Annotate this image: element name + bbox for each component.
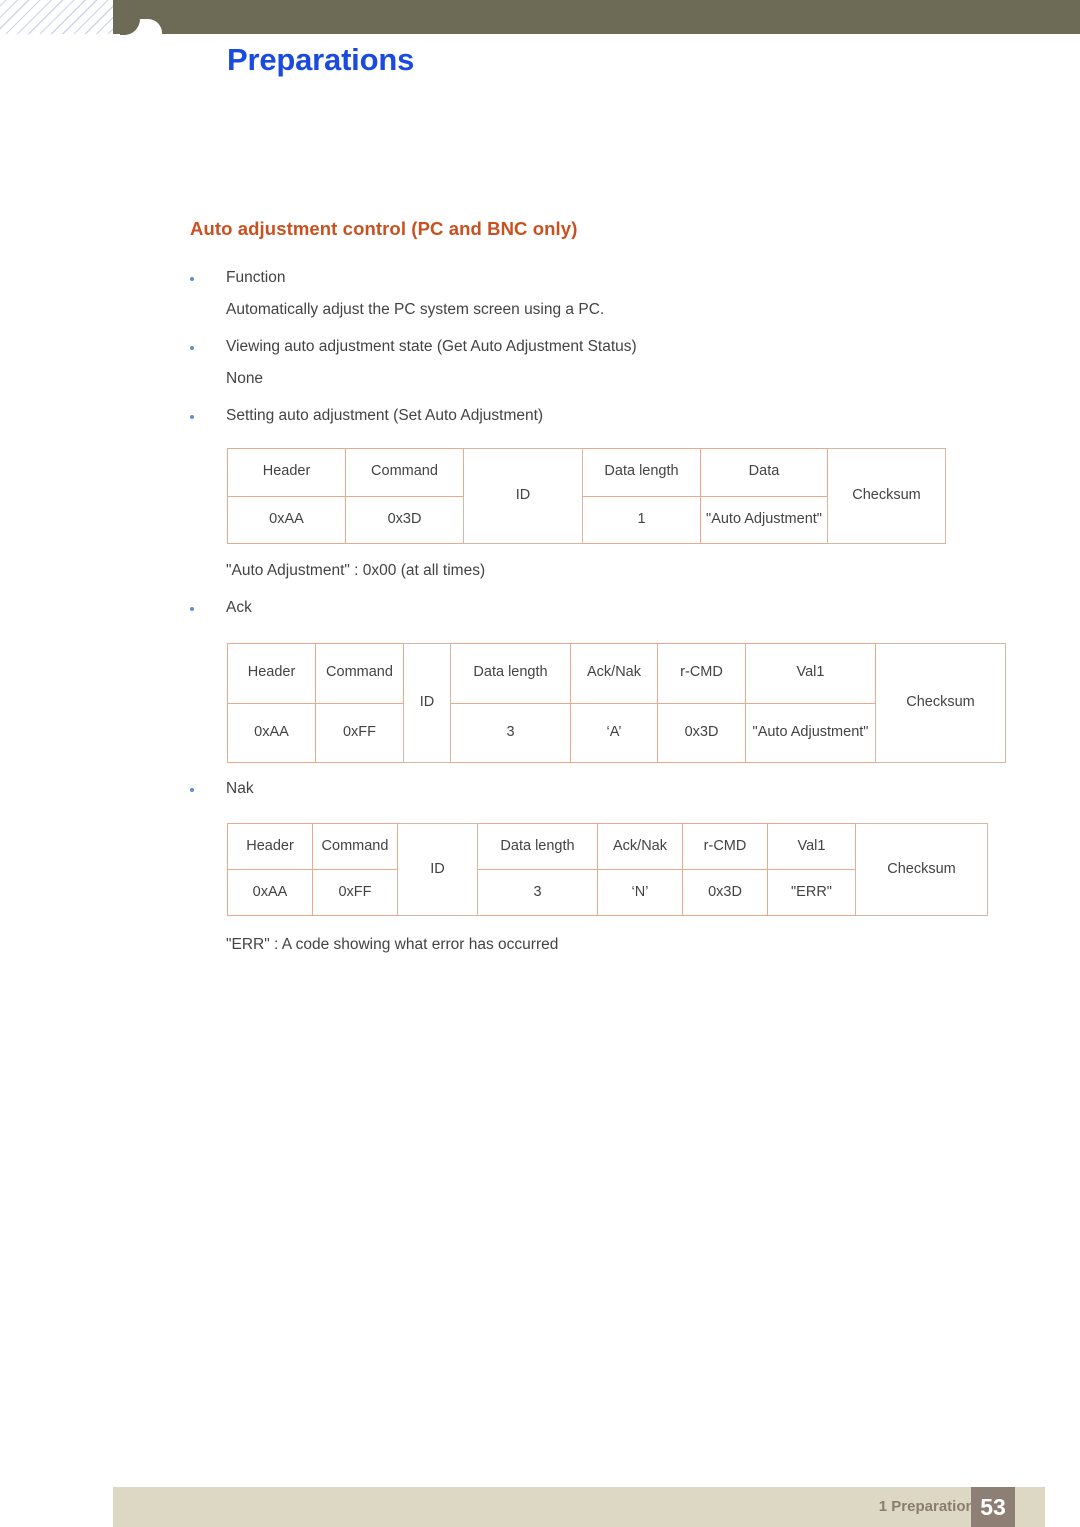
cell-header-r-cmd: r-CMD <box>657 643 746 704</box>
footer-page-number: 53 <box>971 1487 1015 1527</box>
cell-header-header: Header <box>227 448 346 497</box>
function-description: Automatically adjust the PC system scree… <box>226 301 605 318</box>
bullet-label-viewing-state: Viewing auto adjustment state (Get Auto … <box>226 338 637 355</box>
table-row-headers: Header Command ID Data length Data Check… <box>227 448 946 544</box>
table-set-auto-adjustment: Header Command ID Data length Data Check… <box>227 448 946 544</box>
bullet-dot-icon <box>190 415 194 419</box>
auto-adjustment-note: "Auto Adjustment" : 0x00 (at all times) <box>226 562 486 579</box>
cell-value-data-length: 1 <box>582 495 701 544</box>
cell-value-command: 0xFF <box>315 702 404 763</box>
cell-value-header: 0xAA <box>227 495 346 544</box>
cell-value-header: 0xAA <box>227 869 313 916</box>
err-note: "ERR" : A code showing what error has oc… <box>226 936 559 953</box>
table-row-headers: Header Command ID Data length Ack/Nak r-… <box>227 643 1006 763</box>
cell-header-data-length: Data length <box>450 643 571 704</box>
bullet-label-nak: Nak <box>226 780 254 797</box>
bullet-label-setting: Setting auto adjustment (Set Auto Adjust… <box>226 407 544 424</box>
cell-value-data-length: 3 <box>477 869 598 916</box>
table-ack: Header Command ID Data length Ack/Nak r-… <box>227 643 1006 763</box>
cell-header-command: Command <box>312 823 398 870</box>
bullet-dot-icon <box>190 277 194 281</box>
cell-header-data-length: Data length <box>582 448 701 497</box>
cell-checksum: Checksum <box>827 448 946 544</box>
cell-header-data-length: Data length <box>477 823 598 870</box>
bullet-label-function: Function <box>226 269 286 286</box>
hatch-pattern-decoration <box>0 0 113 34</box>
bullet-dot-icon <box>190 346 194 350</box>
table-row-headers: Header Command ID Data length Ack/Nak r-… <box>227 823 988 916</box>
cell-value-data: "Auto Adjustment" <box>700 495 828 544</box>
cell-header-header: Header <box>227 823 313 870</box>
footer-bar: 1 Preparations <box>113 1487 1045 1527</box>
cell-value-data-length: 3 <box>450 702 571 763</box>
cell-id: ID <box>397 823 478 916</box>
cell-value-val1: "Auto Adjustment" <box>745 702 876 763</box>
cell-header-val1: Val1 <box>745 643 876 704</box>
cell-value-command: 0x3D <box>345 495 464 544</box>
cell-value-val1: "ERR" <box>767 869 856 916</box>
cell-value-ack-nak: ‘A’ <box>570 702 658 763</box>
cell-header-header: Header <box>227 643 316 704</box>
page-title: Preparations <box>227 42 415 77</box>
cell-value-command: 0xFF <box>312 869 398 916</box>
cell-header-r-cmd: r-CMD <box>682 823 768 870</box>
cell-header-val1: Val1 <box>767 823 856 870</box>
table-nak: Header Command ID Data length Ack/Nak r-… <box>227 823 988 916</box>
bullet-label-ack: Ack <box>226 599 252 616</box>
cell-id: ID <box>403 643 451 763</box>
cell-header-ack-nak: Ack/Nak <box>570 643 658 704</box>
cell-value-header: 0xAA <box>227 702 316 763</box>
cell-header-command: Command <box>345 448 464 497</box>
page-header-band <box>0 0 1080 35</box>
cell-checksum: Checksum <box>855 823 988 916</box>
cell-value-r-cmd: 0x3D <box>682 869 768 916</box>
cell-value-r-cmd: 0x3D <box>657 702 746 763</box>
cell-id: ID <box>463 448 583 544</box>
section-heading: Auto adjustment control (PC and BNC only… <box>190 218 578 239</box>
bullet-dot-icon <box>190 607 194 611</box>
olive-banner <box>113 0 1080 34</box>
viewing-state-value: None <box>226 370 264 387</box>
bullet-dot-icon <box>190 788 194 792</box>
cell-header-data: Data <box>700 448 828 497</box>
cell-header-ack-nak: Ack/Nak <box>597 823 683 870</box>
cell-value-ack-nak: ‘N’ <box>597 869 683 916</box>
footer-chapter-label: 1 Preparations <box>878 1498 983 1515</box>
cell-header-command: Command <box>315 643 404 704</box>
cell-checksum: Checksum <box>875 643 1006 763</box>
